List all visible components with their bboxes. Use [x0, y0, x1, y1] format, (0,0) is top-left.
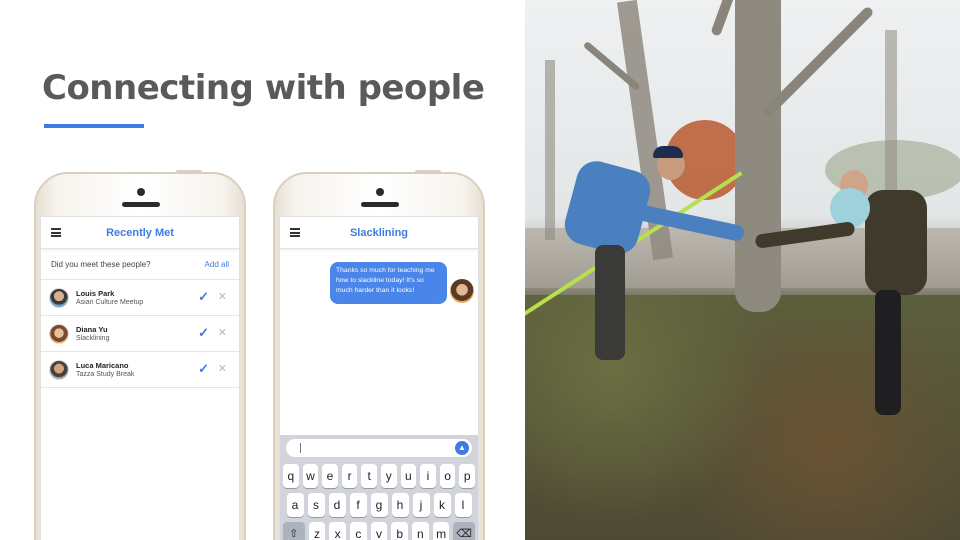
phone-speaker: [122, 202, 160, 207]
phone-chat: Slacklining Thanks so much for teaching …: [273, 170, 485, 540]
header-title: Slacklining: [349, 226, 409, 239]
meet-prompt-row: Did you meet these people? Add all: [41, 250, 239, 280]
key[interactable]: l: [454, 493, 472, 517]
checkmark-icon[interactable]: ✓: [198, 361, 209, 377]
close-icon[interactable]: ✕: [218, 290, 227, 303]
person-row[interactable]: Diana Yu Slacklining ✓ ✕: [41, 316, 239, 352]
key[interactable]: s: [307, 493, 325, 517]
phone-side-button: [415, 170, 441, 174]
key[interactable]: n: [412, 522, 429, 540]
avatar: [49, 323, 69, 344]
woman: [865, 190, 927, 295]
key[interactable]: r: [341, 464, 358, 488]
person-name: Luca Maricano: [76, 361, 129, 370]
person-name: Diana Yu: [76, 325, 108, 334]
legs: [595, 245, 625, 360]
tree-trunk: [545, 60, 555, 240]
key[interactable]: g: [370, 493, 388, 517]
avatar: [49, 359, 69, 380]
hamburger-menu-icon[interactable]: [51, 228, 61, 237]
keyboard-row: ⇧ z x c v b n m ⌫: [283, 522, 475, 540]
key[interactable]: h: [391, 493, 409, 517]
message-input[interactable]: ▲: [286, 439, 472, 457]
key[interactable]: b: [391, 522, 409, 540]
key[interactable]: u: [400, 464, 417, 488]
phone-camera: [376, 188, 384, 196]
key[interactable]: y: [381, 464, 397, 488]
header-title: Recently Met: [106, 226, 174, 239]
avatar: [49, 287, 69, 308]
key[interactable]: q: [283, 464, 299, 488]
key[interactable]: e: [322, 464, 338, 488]
phone-side-button: [176, 170, 202, 174]
slide-title: Connecting with people: [42, 68, 485, 108]
recently-met-screen: Recently Met Did you meet these people? …: [40, 216, 240, 540]
key[interactable]: v: [370, 522, 388, 540]
checkmark-icon[interactable]: ✓: [198, 325, 209, 341]
message-bubble: Thanks so much for teaching me how to sl…: [330, 262, 447, 304]
person-context: Slacklining: [76, 335, 110, 342]
woman-legs: [875, 290, 901, 415]
key[interactable]: d: [328, 493, 346, 517]
person-row[interactable]: Louis Park Asian Culture Meetup ✓ ✕: [41, 280, 239, 316]
key[interactable]: w: [302, 464, 319, 488]
person-name: Louis Park: [76, 289, 115, 298]
cap: [653, 146, 683, 158]
key[interactable]: k: [433, 493, 451, 517]
chat-thread: Thanks so much for teaching me how to sl…: [280, 249, 478, 429]
tree-trunk: [735, 0, 781, 312]
key[interactable]: c: [349, 522, 367, 540]
phone-camera: [137, 188, 145, 196]
key[interactable]: x: [329, 522, 346, 540]
title-underline: [44, 124, 144, 128]
person-context: Asian Culture Meetup: [76, 299, 144, 306]
meet-prompt: Did you meet these people?: [51, 260, 151, 269]
send-arrow-icon[interactable]: ▲: [455, 441, 469, 455]
key[interactable]: t: [361, 464, 377, 488]
recently-met-header: Recently Met: [41, 217, 239, 249]
shift-key[interactable]: ⇧: [283, 522, 305, 540]
key[interactable]: m: [432, 522, 450, 540]
phone-recently-met: Recently Met Did you meet these people? …: [34, 170, 246, 540]
person-context: Tazza Study Break: [76, 371, 135, 378]
backspace-key[interactable]: ⌫: [453, 522, 475, 540]
key[interactable]: o: [439, 464, 456, 488]
keyboard: q w e r t y u i o p a s d f g h j k l ⇧ …: [280, 461, 478, 540]
slackline-handshake-photo: [525, 0, 960, 540]
key[interactable]: i: [420, 464, 436, 488]
keyboard-row: a s d f g h j k l: [283, 493, 475, 517]
message-input-bar: ▲: [280, 435, 478, 461]
phone-speaker: [361, 202, 399, 207]
key[interactable]: a: [286, 493, 304, 517]
add-all-button[interactable]: Add all: [205, 260, 229, 269]
chat-header: Slacklining: [280, 217, 478, 249]
key[interactable]: f: [349, 493, 367, 517]
key[interactable]: z: [308, 522, 326, 540]
keyboard-row: q w e r t y u i o p: [283, 464, 475, 488]
hamburger-menu-icon[interactable]: [290, 228, 300, 237]
checkmark-icon[interactable]: ✓: [198, 289, 209, 305]
person-row[interactable]: Luca Maricano Tazza Study Break ✓ ✕: [41, 352, 239, 388]
key[interactable]: j: [412, 493, 430, 517]
chat-screen: Slacklining Thanks so much for teaching …: [279, 216, 479, 540]
avatar: [450, 279, 474, 303]
text-cursor: [300, 443, 301, 453]
key[interactable]: p: [459, 464, 475, 488]
close-icon[interactable]: ✕: [218, 362, 227, 375]
close-icon[interactable]: ✕: [218, 326, 227, 339]
